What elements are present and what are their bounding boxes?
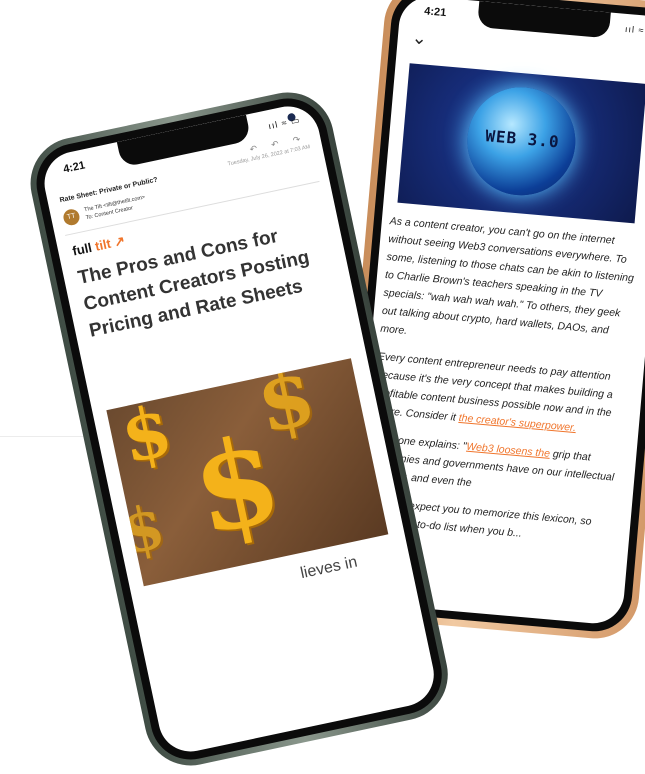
article-paragraph: As a content creator, you can't go on th… <box>379 215 635 337</box>
brand-tilt: tilt ↗ <box>93 232 127 254</box>
brand-full: full <box>71 239 97 259</box>
article-text: Every content entrepreneur needs to pay … <box>372 350 614 424</box>
email-sender: The Tilt <tilt@thetilt.com> To: Content … <box>84 194 148 223</box>
article-paragraph: Every content entrepreneur needs to pay … <box>372 348 627 442</box>
dollar-icon: $ <box>114 388 179 480</box>
status-time: 4:21 <box>62 159 87 176</box>
web3-link[interactable]: Web3 loosens the <box>466 441 551 460</box>
status-time: 4:21 <box>423 5 447 20</box>
creator-superpower-link[interactable]: the creator's superpower. <box>458 412 576 434</box>
dollar-signs-image: $ $ $ $ <box>106 358 389 587</box>
status-icons: ııl ≈ ▭ <box>624 23 645 37</box>
status-icons: ııl ≈ ▭ <box>267 114 302 132</box>
chevron-down-icon[interactable]: ⌄ <box>411 27 428 49</box>
avatar: TT <box>61 207 81 227</box>
dollar-icon: $ <box>115 491 171 569</box>
email-headline: The Pros and Cons for Content Creators P… <box>76 225 312 342</box>
web3-banner-image: WEB 3.0 <box>397 63 645 224</box>
email-body-text: lieves in <box>298 553 359 583</box>
